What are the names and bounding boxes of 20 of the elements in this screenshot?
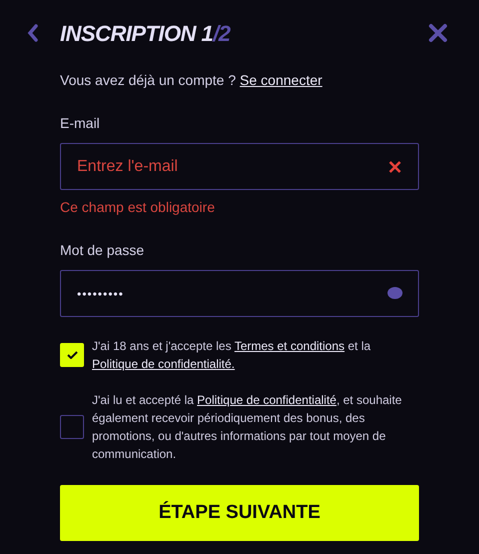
page-title: INSCRIPTION 1/2 — [60, 20, 230, 48]
consent-text: J'ai 18 ans et j'accepte les Termes et conditions et la Politique de confidentialité. — [92, 338, 372, 373]
field-label: Mot de passe — [60, 241, 146, 260]
error-message: Ce champ est obligatoire — [60, 198, 216, 217]
link[interactable]: Se connecter — [240, 72, 322, 88]
error-icon — [389, 161, 401, 173]
check-icon — [66, 351, 78, 359]
next-step-button[interactable]: ÉTAPE SUIVANTE — [60, 485, 419, 541]
login-prompt: Vous avez déjà un compte ? Se connecter — [60, 71, 324, 90]
checkbox[interactable] — [60, 415, 84, 439]
link[interactable]: Termes et conditions — [234, 339, 345, 353]
close-button[interactable] — [428, 23, 448, 43]
link[interactable]: Politique de confidentialité. — [92, 357, 235, 371]
link[interactable]: Politique de confidentialité — [197, 393, 336, 407]
password-field[interactable]: ••••••••• — [60, 270, 419, 317]
field-label: E-mail — [60, 114, 101, 133]
email-field[interactable]: Entrez l'e-mail — [60, 143, 419, 190]
eye-icon[interactable] — [387, 286, 403, 300]
checkbox[interactable] — [60, 343, 84, 367]
consent-text: J'ai lu et accepté la Politique de confidentialité, et souhaite également recevoir périodiquement des bonus, des promotions, ou d'autres informations par tout moyen de communication. — [92, 392, 403, 463]
